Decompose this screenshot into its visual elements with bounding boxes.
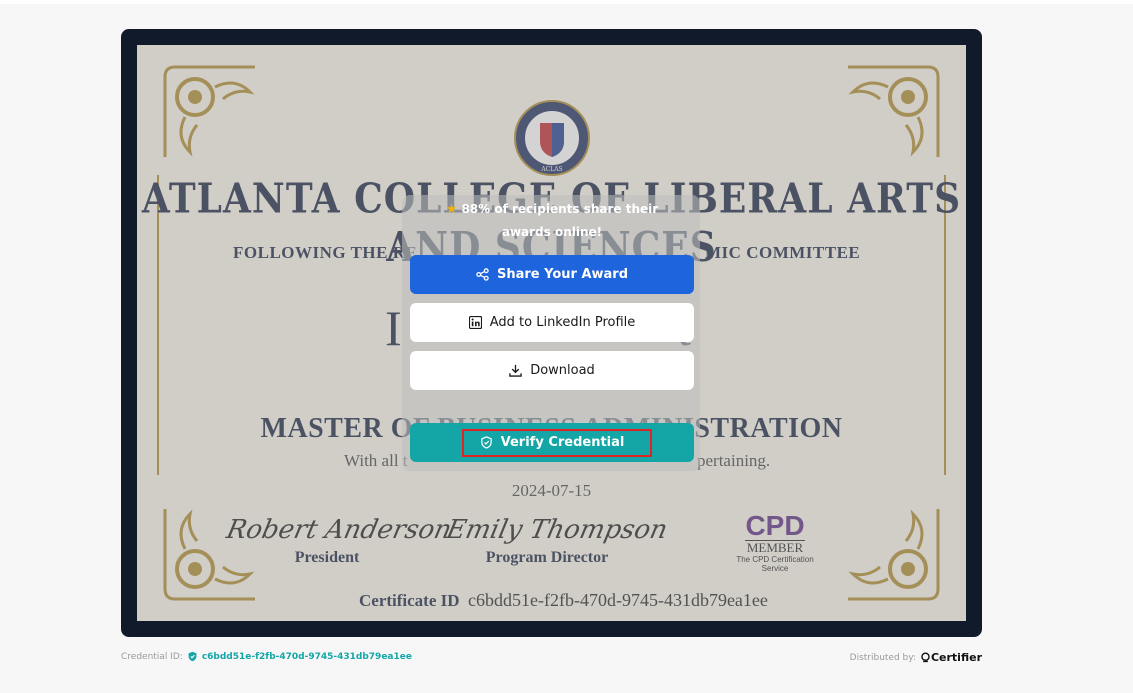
top-bar	[0, 0, 1133, 4]
credential-id-label: Credential ID:	[121, 651, 183, 662]
certifier-brand-link[interactable]: Certifier	[920, 651, 982, 664]
star-icon: ★	[445, 202, 458, 217]
add-to-linkedin-button[interactable]: Add to LinkedIn Profile	[410, 303, 694, 342]
download-label: Download	[530, 363, 595, 378]
share-banner-text: 88% of recipients share their awards onl…	[461, 202, 659, 239]
verified-shield-icon	[187, 651, 198, 662]
share-icon	[476, 268, 489, 281]
credential-id-footer: Credential ID: c6bdd51e-f2fb-470d-9745-4…	[121, 651, 412, 662]
download-button[interactable]: Download	[410, 351, 694, 390]
download-icon	[509, 364, 522, 377]
share-award-label: Share Your Award	[496, 267, 629, 282]
add-to-linkedin-label: Add to LinkedIn Profile	[489, 315, 636, 330]
credential-id-link[interactable]: c6bdd51e-f2fb-470d-9745-431db79ea1ee	[202, 652, 412, 662]
shield-check-icon	[480, 436, 493, 449]
share-banner: ★ 88% of recipients share their awards on…	[430, 198, 674, 243]
verify-credential-label: Verify Credential	[500, 435, 625, 450]
distributed-by-footer: Distributed by: Certifier	[850, 651, 982, 664]
verify-credential-button[interactable]: Verify Credential	[410, 423, 694, 462]
distributed-by-label: Distributed by:	[849, 652, 916, 663]
certifier-brand-name: Certifier	[930, 651, 982, 664]
certifier-logo-icon	[921, 652, 930, 663]
linkedin-icon	[468, 316, 482, 329]
share-award-button[interactable]: Share Your Award	[410, 255, 694, 294]
